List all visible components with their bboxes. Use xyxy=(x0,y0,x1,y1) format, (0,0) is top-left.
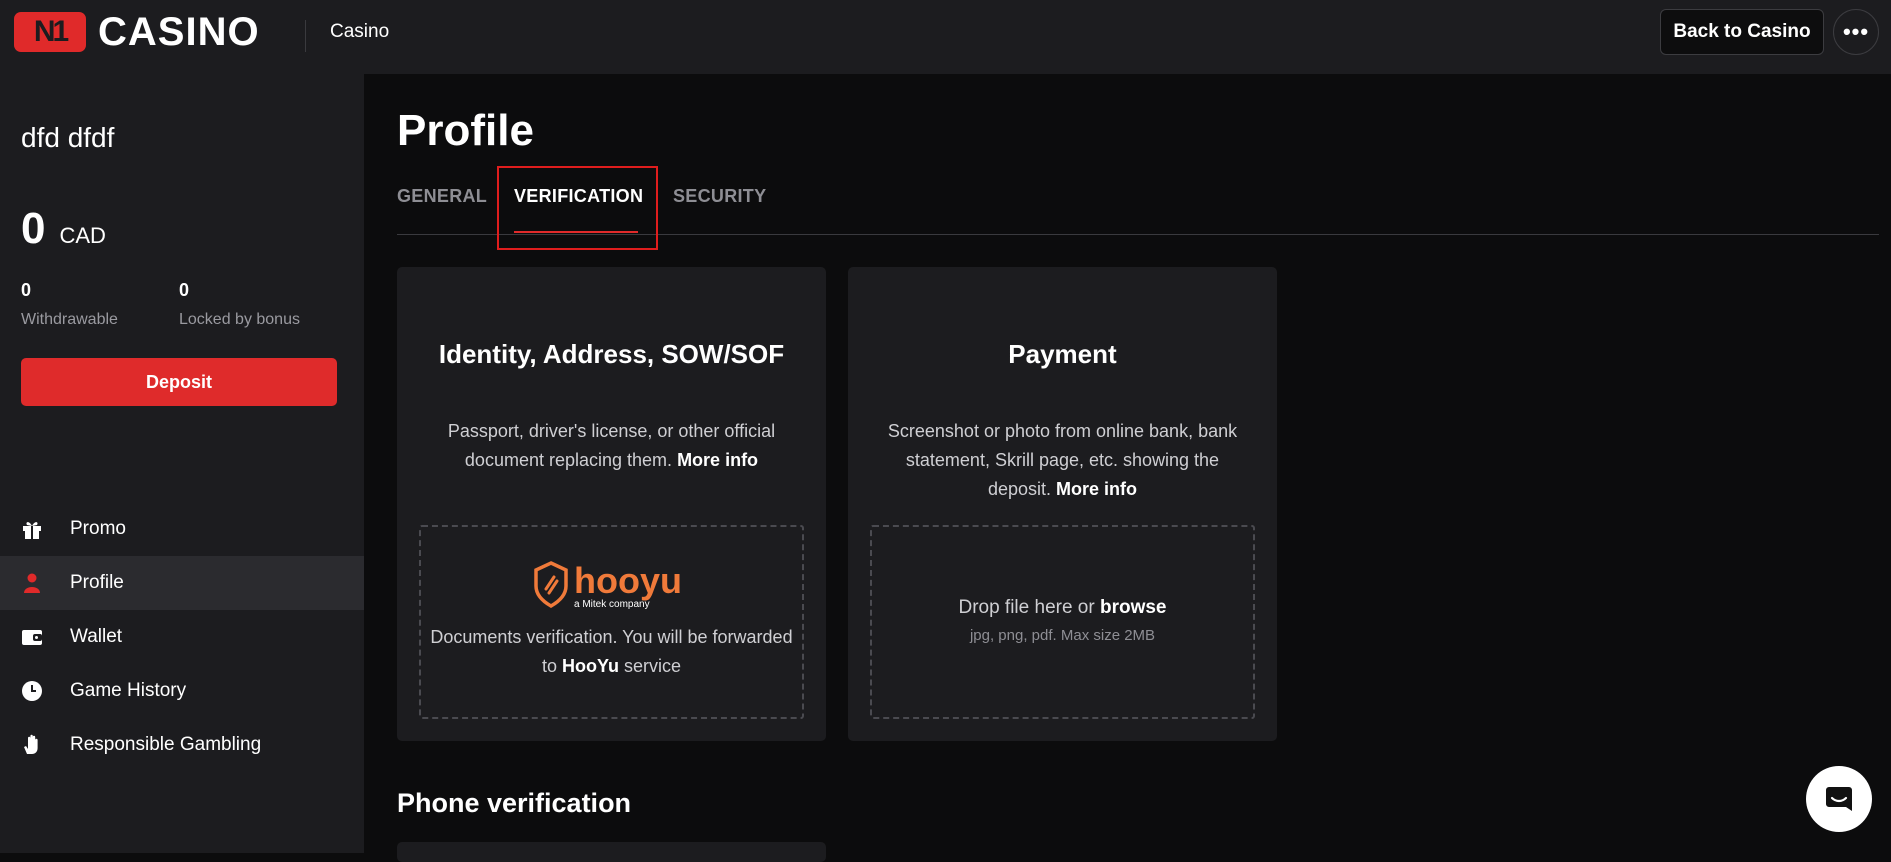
tab-security[interactable]: SECURITY xyxy=(673,186,766,207)
sidebar-item-profile[interactable]: Profile xyxy=(0,556,364,610)
more-info-link[interactable]: More info xyxy=(677,450,758,470)
withdrawable-stat: 0 Withdrawable xyxy=(21,280,118,329)
hooyu-text-tail: service xyxy=(624,656,682,676)
user-name: dfd dfdf xyxy=(21,122,115,153)
browse-link[interactable]: browse xyxy=(1100,597,1167,618)
balance: 0 CAD xyxy=(21,204,106,254)
tab-highlight-annotation xyxy=(497,166,658,250)
hooyu-logo-icon: hooyu a Mitek company xyxy=(534,561,682,610)
sidebar-item-label: Wallet xyxy=(70,626,123,647)
deposit-button[interactable]: Deposit xyxy=(21,358,337,406)
top-header: N1 CASINO Casino Back to Casino ••• xyxy=(0,0,1891,74)
back-to-casino-button[interactable]: Back to Casino xyxy=(1660,9,1824,55)
locked-bonus-value: 0 xyxy=(179,280,190,300)
chat-support-button[interactable] xyxy=(1806,766,1872,832)
tab-general[interactable]: GENERAL xyxy=(397,186,487,207)
withdrawable-label: Withdrawable xyxy=(21,311,118,328)
phone-verification-card xyxy=(397,842,826,862)
page-title: Profile xyxy=(397,106,534,155)
file-dropzone[interactable]: Drop file here or browse jpg, png, pdf. … xyxy=(870,525,1255,719)
drop-instructions: Drop file here or browse xyxy=(872,597,1253,619)
hooyu-verification-zone[interactable]: hooyu a Mitek company Documents verifica… xyxy=(419,525,804,719)
hooyu-description: Documents verification. You will be forw… xyxy=(421,623,802,681)
casino-logo[interactable]: N1 CASINO xyxy=(14,9,260,54)
wallet-icon xyxy=(20,625,44,649)
hand-icon xyxy=(20,733,44,757)
sidebar-item-label: Responsible Gambling xyxy=(70,734,262,755)
header-section-title: Casino xyxy=(330,21,390,42)
more-options-button[interactable]: ••• xyxy=(1833,9,1879,55)
identity-verification-card: Identity, Address, SOW/SOF Passport, dri… xyxy=(397,267,826,741)
card-title: Identity, Address, SOW/SOF xyxy=(438,339,785,369)
phone-verification-title: Phone verification xyxy=(397,788,632,818)
logo-text: CASINO xyxy=(98,9,260,54)
balance-amount: 0 xyxy=(21,204,46,253)
locked-bonus-label: Locked by bonus xyxy=(179,311,300,328)
balance-currency: CAD xyxy=(59,223,106,248)
locked-bonus-stat: 0 Locked by bonus xyxy=(179,280,300,329)
drop-text: Drop file here or xyxy=(958,597,1095,618)
sidebar-item-promo[interactable]: Promo xyxy=(0,502,364,556)
card-title: Payment xyxy=(1008,339,1117,369)
chat-icon xyxy=(1826,787,1852,811)
more-info-link[interactable]: More info xyxy=(1056,479,1137,499)
hooyu-logo-word: hooyu xyxy=(574,561,682,601)
hooyu-brand: HooYu xyxy=(562,656,619,676)
sidebar-item-game-history[interactable]: Game History xyxy=(0,664,364,718)
sidebar-item-label: Game History xyxy=(70,680,187,701)
gift-icon xyxy=(20,517,44,541)
card-description: Passport, driver's license, or other off… xyxy=(427,417,796,475)
sidebar: dfd dfdf 0 CAD 0 Withdrawable 0 Locked b… xyxy=(0,74,364,853)
card-description: Screenshot or photo from online bank, ba… xyxy=(878,417,1247,504)
payment-verification-card: Payment Screenshot or photo from online … xyxy=(848,267,1277,741)
sidebar-item-responsible-gambling[interactable]: Responsible Gambling xyxy=(0,718,364,772)
sidebar-item-label: Promo xyxy=(70,518,126,539)
header-divider xyxy=(305,20,306,52)
withdrawable-value: 0 xyxy=(21,280,32,300)
more-dots-icon: ••• xyxy=(1842,19,1870,44)
sidebar-item-label: Profile xyxy=(70,572,124,593)
sidebar-nav: Promo Profile Wallet Game History Respon… xyxy=(0,502,364,772)
sidebar-item-wallet[interactable]: Wallet xyxy=(0,610,364,664)
file-type-hint: jpg, png, pdf. Max size 2MB xyxy=(969,627,1156,644)
clock-icon xyxy=(20,679,44,703)
user-icon xyxy=(20,571,44,595)
logo-mark: N1 xyxy=(14,12,86,52)
hooyu-logo-sub: a Mitek company xyxy=(574,599,650,610)
